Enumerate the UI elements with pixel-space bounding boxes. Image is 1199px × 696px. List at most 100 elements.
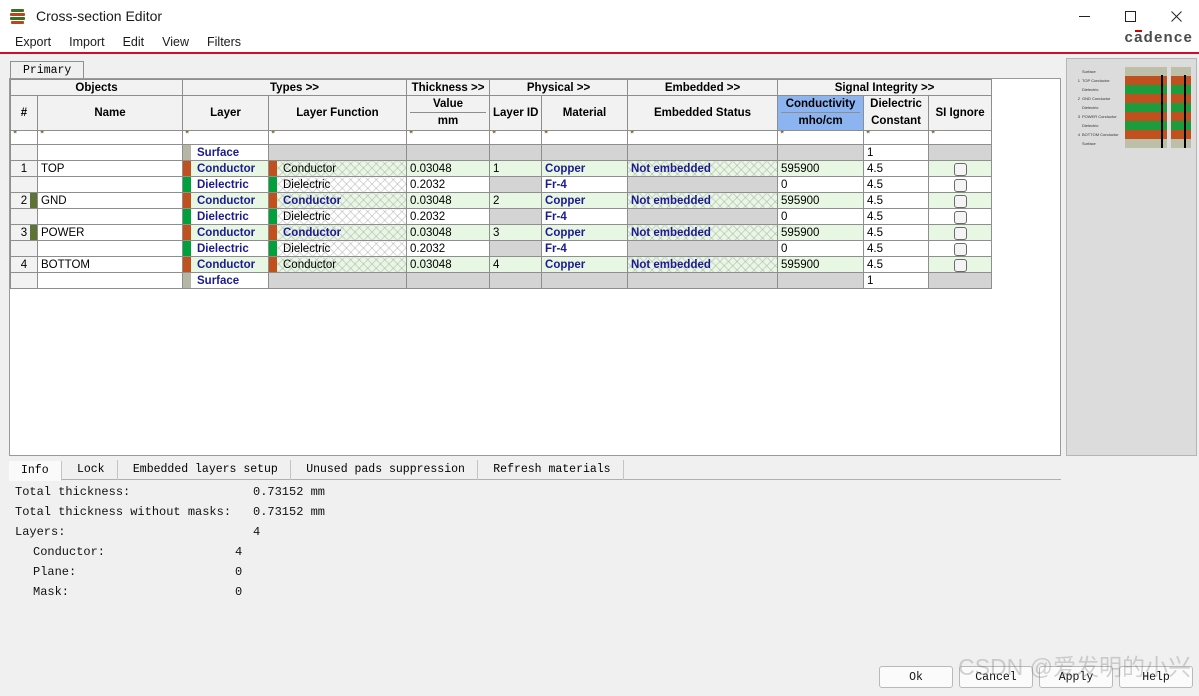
cell-thickness[interactable]: 0.2032 bbox=[406, 240, 491, 257]
info-tab-info[interactable]: Info bbox=[9, 461, 62, 481]
table-row[interactable]: 1 TOP Conductor Conductor 0.03048 1 Copper Not … bbox=[10, 160, 993, 177]
si-ignore-checkbox[interactable] bbox=[953, 163, 967, 176]
cell-layer-type[interactable]: Dielectric bbox=[182, 176, 269, 193]
si-ignore-checkbox[interactable] bbox=[953, 227, 967, 240]
cell-layer-function[interactable]: Dielectric bbox=[267, 208, 408, 225]
column-header-name[interactable]: Name bbox=[37, 95, 183, 131]
cell-material[interactable]: Copper bbox=[541, 160, 629, 177]
column-header-embedded-status[interactable]: Embedded Status bbox=[627, 95, 779, 131]
cell-layer-name[interactable] bbox=[37, 272, 183, 289]
cell-layer-id[interactable]: 4 bbox=[489, 256, 543, 273]
cell-layer-name[interactable]: TOP bbox=[37, 160, 183, 177]
cell-material[interactable]: Copper bbox=[541, 192, 629, 209]
cell-dielectric-constant[interactable]: 4.5 bbox=[863, 256, 930, 273]
cell-embedded-status[interactable] bbox=[627, 272, 779, 289]
cell-si-ignore[interactable] bbox=[928, 208, 993, 225]
cell-si-ignore[interactable] bbox=[928, 160, 993, 177]
cell-layer-type[interactable]: Conductor bbox=[182, 192, 269, 209]
cell-embedded-status[interactable] bbox=[627, 240, 779, 257]
table-row[interactable]: Dielectric Dielectric 0.2032 Fr-4 0 4.5 bbox=[10, 240, 993, 257]
apply-button[interactable]: Apply bbox=[1039, 666, 1113, 688]
cell-conductivity[interactable]: 0 bbox=[777, 240, 865, 257]
cross-section-table-panel[interactable]: Objects Types >> Thickness >> Physical >… bbox=[9, 78, 1061, 456]
cell-embedded-status[interactable]: Not embedded bbox=[627, 256, 779, 273]
cell-conductivity[interactable] bbox=[777, 144, 865, 161]
menu-item-view[interactable]: View bbox=[153, 32, 198, 52]
cell-layer-function[interactable]: Conductor bbox=[267, 224, 408, 241]
group-header-objects[interactable]: Objects bbox=[10, 79, 183, 96]
table-row[interactable]: 3 POWER Conductor Conductor 0.03048 3 Copper No… bbox=[10, 224, 993, 241]
cell-material[interactable] bbox=[541, 144, 629, 161]
cell-row-number[interactable] bbox=[10, 208, 38, 225]
cell-layer-id[interactable] bbox=[489, 144, 543, 161]
cell-si-ignore[interactable] bbox=[928, 256, 993, 273]
cell-layer-id[interactable] bbox=[489, 240, 543, 257]
info-tab-unused-pads-suppression[interactable]: Unused pads suppression bbox=[294, 460, 478, 480]
cell-material[interactable]: Copper bbox=[541, 224, 629, 241]
stackup-preview-panel[interactable]: Surface 1 TOP Conductor Dielectric 2 GND Cond… bbox=[1066, 58, 1197, 456]
cell-dielectric-constant[interactable]: 1 bbox=[863, 144, 930, 161]
group-header-signal-integrity[interactable]: Signal Integrity >> bbox=[777, 79, 993, 96]
cell-layer-name[interactable] bbox=[37, 144, 183, 161]
si-ignore-checkbox[interactable] bbox=[953, 259, 967, 272]
si-ignore-checkbox[interactable] bbox=[953, 195, 967, 208]
table-body[interactable]: Surface 1 1 TOP Conductor Conductor 0.03048 1 Co… bbox=[10, 144, 993, 289]
cell-layer-name[interactable] bbox=[37, 208, 183, 225]
cell-embedded-status[interactable] bbox=[627, 144, 779, 161]
si-ignore-checkbox[interactable] bbox=[953, 243, 967, 256]
column-header-conductivity[interactable]: Conductivity mho/cm bbox=[777, 95, 865, 131]
cell-layer-type[interactable]: Dielectric bbox=[182, 240, 269, 257]
column-header-num[interactable]: # bbox=[10, 95, 38, 131]
cell-conductivity[interactable]: 595900 bbox=[777, 256, 865, 273]
filter-cell-name[interactable]: * bbox=[37, 130, 183, 145]
cell-conductivity[interactable]: 595900 bbox=[777, 192, 865, 209]
cell-layer-function[interactable]: Conductor bbox=[267, 192, 408, 209]
cell-thickness[interactable] bbox=[406, 144, 491, 161]
cell-conductivity[interactable]: 595900 bbox=[777, 224, 865, 241]
filter-cell-material[interactable]: * bbox=[541, 130, 629, 145]
group-header-types[interactable]: Types >> bbox=[181, 79, 408, 96]
column-header-thickness[interactable]: Value mm bbox=[406, 95, 491, 131]
cell-thickness[interactable]: 0.03048 bbox=[406, 160, 491, 177]
cell-material[interactable]: Fr-4 bbox=[541, 208, 629, 225]
cell-row-number[interactable]: 3 bbox=[10, 224, 38, 241]
filter-cell-num[interactable]: * bbox=[10, 130, 38, 145]
cell-row-number[interactable] bbox=[10, 240, 38, 257]
cell-material[interactable]: Copper bbox=[541, 256, 629, 273]
cell-dielectric-constant[interactable]: 1 bbox=[863, 272, 930, 289]
cell-layer-type[interactable]: Conductor bbox=[182, 256, 269, 273]
cell-row-number[interactable] bbox=[10, 272, 38, 289]
cell-embedded-status[interactable]: Not embedded bbox=[627, 160, 779, 177]
cell-row-number[interactable]: 2 bbox=[10, 192, 38, 209]
cell-row-number[interactable]: 1 bbox=[10, 160, 38, 177]
table-row[interactable]: Surface 1 bbox=[10, 144, 993, 161]
info-tab-refresh-materials[interactable]: Refresh materials bbox=[481, 460, 624, 480]
cell-layer-type[interactable]: Surface bbox=[182, 272, 269, 289]
cell-material[interactable]: Fr-4 bbox=[541, 176, 629, 193]
info-tab-lock[interactable]: Lock bbox=[65, 460, 118, 480]
cell-si-ignore[interactable] bbox=[928, 240, 993, 257]
cell-layer-type[interactable]: Conductor bbox=[182, 224, 269, 241]
cell-si-ignore[interactable] bbox=[928, 224, 993, 241]
cell-layer-type[interactable]: Dielectric bbox=[182, 208, 269, 225]
filter-cell-embedded-status[interactable]: * bbox=[627, 130, 779, 145]
cell-dielectric-constant[interactable]: 4.5 bbox=[863, 192, 930, 209]
cell-layer-function[interactable]: Conductor bbox=[267, 160, 408, 177]
cell-embedded-status[interactable] bbox=[627, 208, 779, 225]
menu-item-edit[interactable]: Edit bbox=[114, 32, 154, 52]
cell-layer-id[interactable] bbox=[489, 208, 543, 225]
cell-layer-name[interactable] bbox=[37, 176, 183, 193]
cell-si-ignore[interactable] bbox=[928, 192, 993, 209]
cell-si-ignore[interactable] bbox=[928, 144, 993, 161]
cell-thickness[interactable] bbox=[406, 272, 491, 289]
cell-embedded-status[interactable] bbox=[627, 176, 779, 193]
table-row[interactable]: 2 GND Conductor Conductor 0.03048 2 Copper Not … bbox=[10, 192, 993, 209]
minimize-button[interactable] bbox=[1061, 0, 1107, 32]
help-button[interactable]: Help bbox=[1119, 666, 1193, 688]
si-ignore-checkbox[interactable] bbox=[953, 211, 967, 224]
cell-layer-id[interactable] bbox=[489, 176, 543, 193]
cell-dielectric-constant[interactable]: 4.5 bbox=[863, 240, 930, 257]
table-row[interactable]: 4 BOTTOM Conductor Conductor 0.03048 4 Copper N… bbox=[10, 256, 993, 273]
table-row[interactable]: Dielectric Dielectric 0.2032 Fr-4 0 4.5 bbox=[10, 208, 993, 225]
filter-cell-conductivity[interactable]: * bbox=[777, 130, 865, 145]
